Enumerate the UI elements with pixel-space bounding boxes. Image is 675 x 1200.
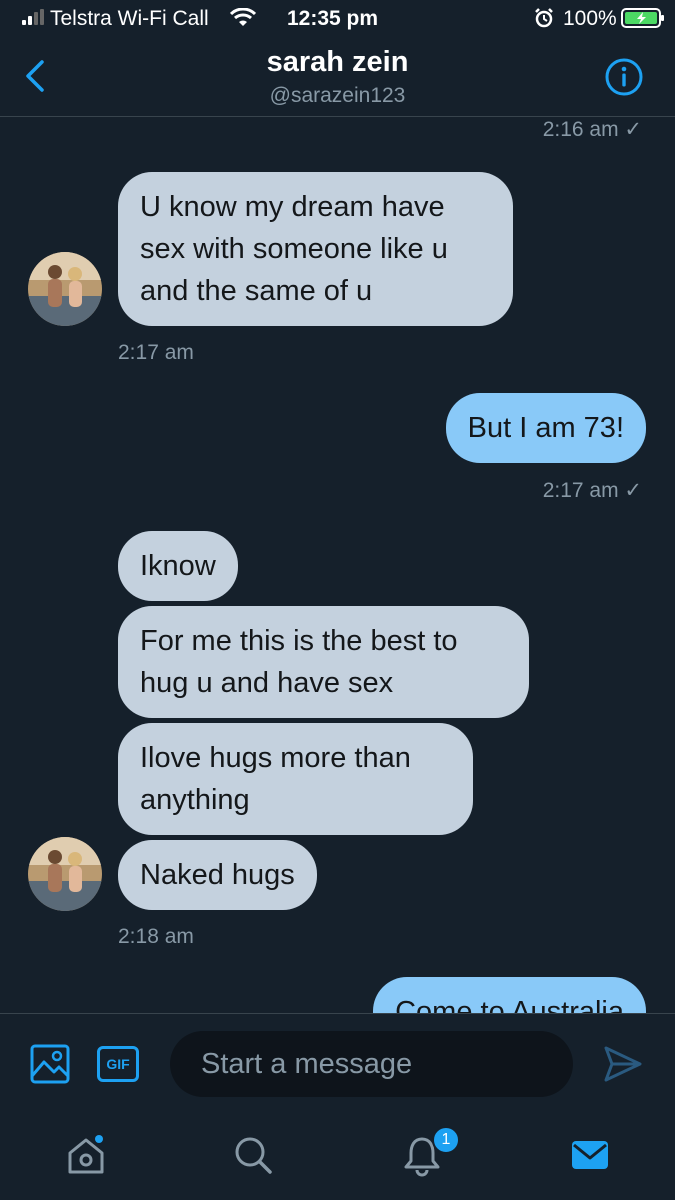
avatar[interactable]	[28, 837, 102, 911]
carrier-label: Telstra Wi-Fi Call	[50, 7, 209, 30]
tab-bar	[0, 1113, 675, 1200]
alarm-icon	[535, 8, 553, 28]
incoming-message-bubble[interactable]: Ilove hugs more than anything	[118, 723, 473, 835]
gif-button[interactable]: GIF	[97, 1046, 139, 1082]
image-icon[interactable]	[30, 1044, 70, 1084]
cellular-signal-icon	[22, 9, 44, 25]
outgoing-message-bubble[interactable]: But I am 73!	[445, 393, 646, 463]
incoming-message-bubble[interactable]: Iknow	[118, 531, 238, 601]
message-list[interactable]: 2:16 am ✓ U know my dream have sex with …	[0, 117, 675, 1013]
notification-badge: 1	[432, 1126, 460, 1154]
incoming-message-bubble[interactable]: U know my dream have sex with someone li…	[118, 172, 513, 326]
incoming-message-bubble[interactable]: For me this is the best to hug u and hav…	[118, 606, 529, 718]
clock: 12:35 pm	[287, 7, 379, 30]
incoming-message-bubble[interactable]: Naked hugs	[118, 840, 317, 910]
contact-handle[interactable]: @sarazein123	[0, 84, 675, 108]
wifi-icon	[230, 8, 256, 26]
message-input[interactable]	[170, 1031, 573, 1097]
message-composer: GIF	[0, 1013, 675, 1113]
status-bar: Telstra Wi-Fi Call 12:35 pm 100%	[0, 0, 675, 40]
battery-icon	[621, 8, 664, 28]
info-button[interactable]	[604, 57, 644, 97]
contact-name[interactable]: sarah zein	[0, 46, 675, 79]
message-timestamp: 2:17 am ✓	[542, 479, 642, 502]
message-timestamp: 2:17 am	[118, 341, 194, 364]
avatar[interactable]	[28, 252, 102, 326]
message-timestamp: 2:18 am	[118, 925, 194, 948]
message-timestamp: 2:16 am ✓	[542, 118, 642, 141]
search-icon[interactable]	[230, 1133, 274, 1177]
send-icon[interactable]	[602, 1044, 644, 1084]
mail-icon[interactable]	[568, 1133, 612, 1177]
outgoing-message-bubble[interactable]: Come to Australia	[373, 977, 646, 1013]
home-icon[interactable]	[64, 1133, 108, 1177]
battery-percentage: 100%	[563, 7, 617, 30]
conversation-header: sarah zein @sarazein123	[0, 40, 675, 116]
